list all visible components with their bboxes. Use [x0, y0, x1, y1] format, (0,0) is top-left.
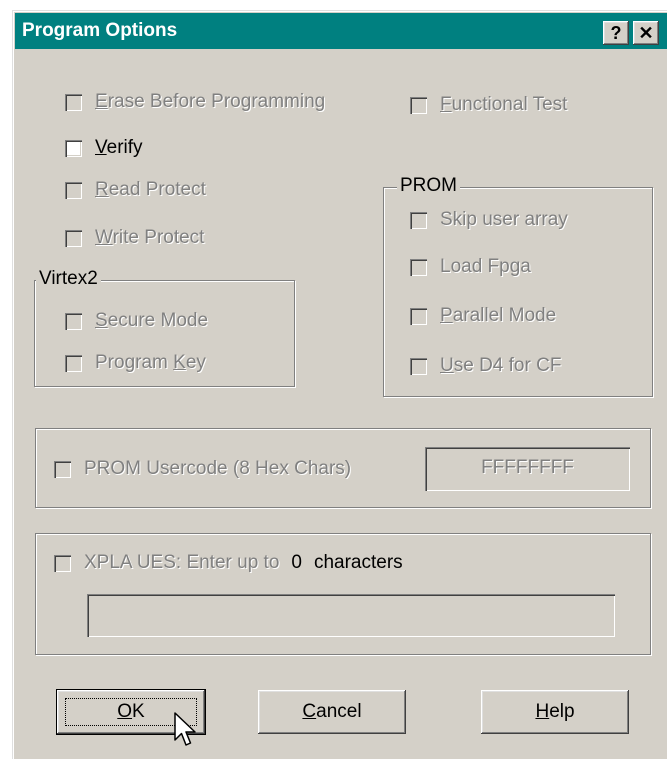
checkbox-box[interactable]	[410, 211, 427, 229]
parallel-mode-checkbox[interactable]: Parallel Mode	[410, 304, 556, 328]
cancel-button-label: Cancel	[302, 701, 362, 722]
checkbox-label: Load Fpga	[440, 256, 531, 277]
xpla-characters-label: characters	[313, 552, 403, 573]
prom-usercode-value: FFFFFFFF	[481, 457, 574, 478]
verify-checkbox[interactable]: Verify	[65, 136, 143, 160]
read-protect-checkbox[interactable]: Read Protect	[65, 178, 206, 202]
help-question-button[interactable]: ?	[603, 21, 629, 45]
cancel-button[interactable]: Cancel	[258, 690, 406, 734]
checkbox-label: Program Key	[95, 352, 206, 373]
checkbox-box[interactable]	[65, 93, 82, 111]
checkbox-box[interactable]	[65, 312, 82, 330]
checkbox-box[interactable]	[65, 181, 82, 199]
checkbox-label: PROM Usercode (8 Hex Chars)	[84, 458, 352, 479]
window-title: Program Options	[22, 20, 178, 41]
skip-user-array-checkbox[interactable]: Skip user array	[410, 208, 568, 232]
checkbox-box[interactable]	[410, 258, 427, 276]
program-key-checkbox[interactable]: Program Key	[65, 351, 206, 375]
checkbox-box[interactable]	[65, 139, 82, 157]
checkbox-label: Skip user array	[440, 209, 568, 230]
checkbox-label: Verify	[95, 137, 143, 158]
checkbox-label: Erase Before Programming	[95, 91, 326, 112]
load-fpga-checkbox[interactable]: Load Fpga	[410, 255, 531, 279]
help-button-label: Help	[535, 701, 575, 722]
checkbox-box[interactable]	[410, 307, 427, 325]
checkbox-label: Functional Test	[440, 94, 568, 115]
secure-mode-checkbox[interactable]: Secure Mode	[65, 309, 208, 333]
mouse-pointer-icon	[174, 712, 196, 746]
help-button[interactable]: Help	[481, 690, 629, 734]
checkbox-label: XPLA UES: Enter up to	[84, 552, 280, 573]
title-bar[interactable]: Program Options ? ✕	[15, 13, 667, 49]
checkbox-label: Use D4 for CF	[440, 355, 562, 376]
checkbox-box[interactable]	[65, 229, 82, 247]
checkbox-box[interactable]	[65, 354, 82, 372]
virtex2-group-title: Virtex2	[36, 268, 101, 290]
prom-usercode-checkbox[interactable]: PROM Usercode (8 Hex Chars)	[54, 457, 351, 481]
checkbox-box[interactable]	[410, 96, 427, 114]
write-protect-checkbox[interactable]: Write Protect	[65, 226, 204, 250]
checkbox-box[interactable]	[54, 460, 71, 478]
close-button[interactable]: ✕	[633, 21, 659, 45]
checkbox-label: Write Protect	[95, 227, 205, 248]
use-d4-for-cf-checkbox[interactable]: Use D4 for CF	[410, 354, 561, 378]
checkbox-box[interactable]	[54, 554, 71, 572]
checkbox-label: Read Protect	[95, 179, 206, 200]
program-options-dialog: Program Options ? ✕ Erase Before Program…	[12, 10, 667, 759]
checkbox-label: Parallel Mode	[440, 305, 557, 326]
xpla-ues-input[interactable]	[87, 594, 615, 637]
prom-usercode-input[interactable]: FFFFFFFF	[425, 447, 630, 491]
checkbox-label: Secure Mode	[95, 310, 209, 331]
functional-test-checkbox[interactable]: Functional Test	[410, 93, 567, 117]
checkbox-box[interactable]	[410, 357, 427, 375]
prom-group-title: PROM	[397, 175, 460, 197]
xpla-char-count: 0	[291, 552, 302, 573]
xpla-ues-checkbox[interactable]: XPLA UES: Enter up to 0 characters	[54, 551, 403, 575]
erase-before-programming-checkbox[interactable]: Erase Before Programming	[65, 90, 325, 114]
